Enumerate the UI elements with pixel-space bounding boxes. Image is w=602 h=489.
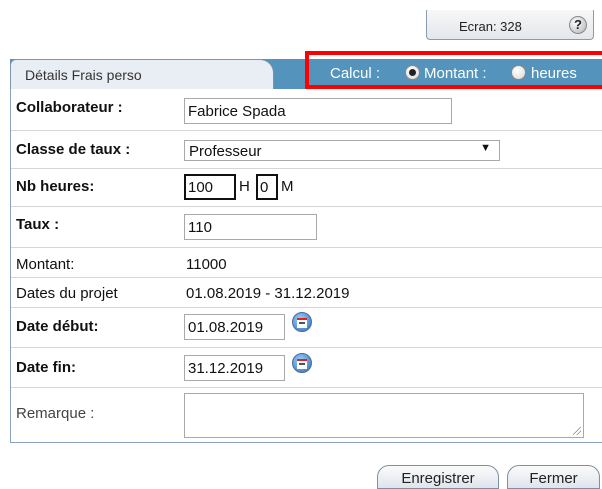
calendar-icon[interactable] [292,312,312,332]
taux-input[interactable]: 110 [184,214,317,240]
taux-label: Taux : [16,216,60,233]
hours-unit: H [239,178,250,195]
row-divider [11,347,602,348]
montant-value: 11000 [186,256,227,273]
classe-taux-select[interactable]: Professeur ▼ [184,140,500,161]
row-divider [11,307,602,308]
row-divider [11,387,602,388]
radio-montant-label: Montant : [424,65,487,82]
screen-id-label: Ecran: 328 [459,19,522,34]
tab-label: Détails Frais perso [25,67,142,83]
row-divider [11,247,602,248]
radio-montant[interactable] [405,65,420,80]
calcul-label: Calcul : [330,65,381,82]
row-divider [11,277,602,278]
row-divider [11,206,602,207]
close-button[interactable]: Fermer [507,465,600,489]
minutes-input[interactable]: 0 [256,174,278,200]
montant-label: Montant: [16,256,75,273]
remarque-label: Remarque : [16,405,95,422]
collaborateur-label: Collaborateur : [16,99,123,116]
classe-taux-label: Classe de taux : [16,141,131,158]
date-fin-label: Date fin: [16,359,76,376]
date-debut-input[interactable]: 01.08.2019 [184,314,285,340]
classe-taux-value: Professeur [189,143,262,160]
date-fin-input[interactable]: 31.12.2019 [184,355,285,381]
collaborateur-input[interactable]: Fabrice Spada [184,98,452,124]
save-button[interactable]: Enregistrer [377,465,499,489]
row-divider [11,130,602,131]
chevron-down-icon: ▼ [480,142,491,154]
tab-bar: Détails Frais perso Calcul : Montant : h… [10,51,602,89]
nb-heures-label: Nb heures: [16,178,95,195]
calendar-icon[interactable] [292,353,312,373]
dates-projet-value: 01.08.2019 - 31.12.2019 [186,285,350,302]
dates-projet-label: Dates du projet [16,285,118,302]
resize-grip-icon[interactable] [573,427,581,435]
details-form: Collaborateur : Fabrice Spada Classe de … [10,89,602,443]
screen-id-panel: Ecran: 328 ? [426,10,594,40]
help-icon[interactable]: ? [569,16,587,34]
date-debut-label: Date début: [16,318,99,335]
calcul-mode-selector: Calcul : Montant : heures [305,51,602,89]
hours-input[interactable]: 100 [184,174,236,200]
radio-heures-label: heures [531,65,577,82]
row-divider [11,168,602,169]
tab-details-frais-perso[interactable]: Détails Frais perso [10,59,274,89]
minutes-unit: M [281,178,294,195]
remarque-textarea[interactable] [184,393,584,438]
radio-heures[interactable] [511,65,526,80]
